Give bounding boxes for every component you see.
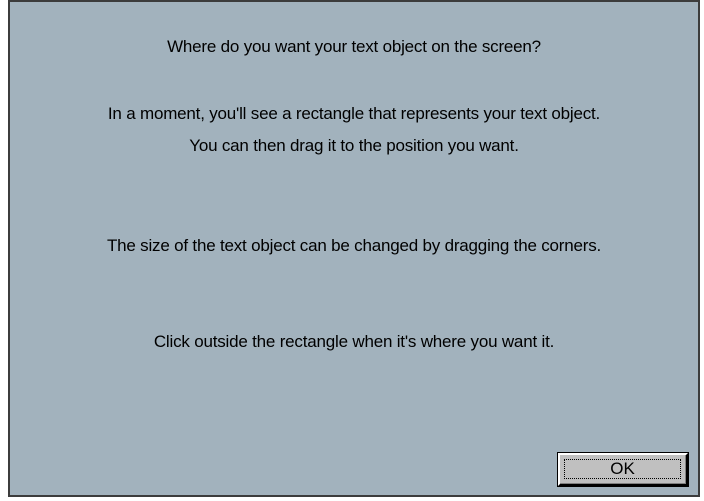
dialog-text-click-outside-info: Click outside the rectangle when it's wh… [153,332,555,351]
text-placement-dialog: Where do you want your text object on th… [8,0,700,497]
dialog-heading: Where do you want your text object on th… [167,37,541,56]
dialog-text-resize-info: The size of the text object can be chang… [106,236,602,255]
ok-button[interactable]: OK [557,452,689,487]
dialog-text-drag-info: You can then drag it to the position you… [189,136,519,155]
ok-button-label: OK [564,459,681,479]
dialog-text-rectangle-info: In a moment, you'll see a rectangle that… [107,104,601,123]
